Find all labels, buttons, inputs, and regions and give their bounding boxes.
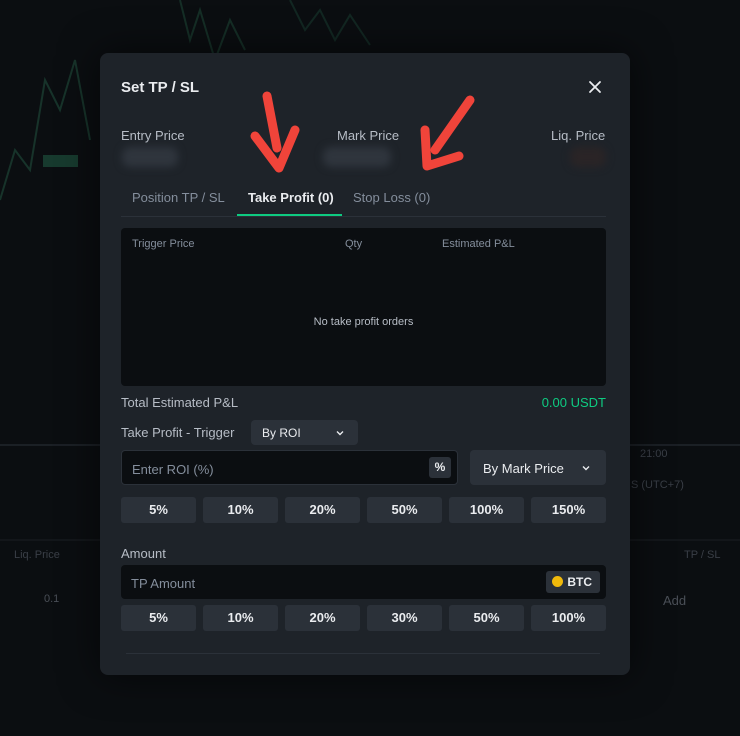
liq-price-label: Liq. Price [551,128,606,143]
bg-add-label: Add [663,593,687,608]
chevron-down-icon [582,466,590,471]
bg-timezone-label: S (UTC+7) [631,479,684,491]
tab-position-tpsl[interactable]: Position TP / SL [132,190,225,205]
roi-preset-button[interactable]: 50% [367,497,442,523]
bg-tpsl-label: TP / SL [684,549,721,561]
annotation-arrow-down-icon [250,91,300,173]
tab-take-profit[interactable]: Take Profit (0) [248,190,334,205]
annotation-arrow-diagonal-icon [420,95,475,171]
trigger-mode-select[interactable]: By ROI [251,420,358,445]
roi-preset-button[interactable]: 5% [121,497,196,523]
roi-preset-button[interactable]: 150% [531,497,606,523]
bg-qty-value: 0.1 [44,593,60,605]
total-pnl-label: Total Estimated P&L [121,395,239,410]
coin-unit-badge[interactable]: BTC [546,571,600,593]
roi-preset-button[interactable]: 20% [285,497,360,523]
roi-input-wrapper: % [121,450,458,485]
amount-preset-button[interactable]: 10% [203,605,278,631]
bg-time-label: 21:00 [640,448,668,460]
btc-coin-icon [552,576,564,587]
amount-label: Amount [121,546,166,561]
roi-input[interactable] [130,459,414,479]
liq-price-value-redacted [570,147,606,167]
amount-preset-button[interactable]: 30% [367,605,442,631]
percent-unit-badge: % [429,457,451,478]
tp-amount-input[interactable] [129,573,413,593]
bg-liq-price-label: Liq. Price [14,549,60,561]
price-type-value: By Mark Price [483,461,564,476]
amount-preset-button[interactable]: 50% [449,605,524,631]
entry-price-label: Entry Price [121,128,185,143]
divider [126,653,600,654]
amount-input-wrapper: BTC [121,565,606,599]
tpsl-tabs: Position TP / SL Take Profit (0) Stop Lo… [121,183,606,217]
chevron-down-icon [336,431,344,436]
roi-preset-button[interactable]: 10% [203,497,278,523]
tab-stop-loss[interactable]: Stop Loss (0) [353,190,430,205]
roi-preset-button[interactable]: 100% [449,497,524,523]
trigger-mode-value: By ROI [262,426,301,440]
modal-title: Set TP / SL [121,79,200,96]
amount-preset-button[interactable]: 20% [285,605,360,631]
empty-orders-message: No take profit orders [313,316,414,328]
amount-preset-button[interactable]: 5% [121,605,196,631]
col-trigger-price: Trigger Price [132,238,195,250]
total-pnl-value: 0.00 USDT [541,395,606,410]
mark-price-value-redacted [323,147,391,167]
active-tab-indicator [237,214,342,216]
col-estimated-pnl: Estimated P&L [442,238,515,250]
close-icon[interactable] [586,78,604,96]
amount-preset-button[interactable]: 100% [531,605,606,631]
entry-price-value-redacted [122,147,178,167]
mark-price-label: Mark Price [337,128,400,143]
price-type-select[interactable]: By Mark Price [470,450,606,485]
orders-table: Trigger Price Qty Estimated P&L No take … [121,228,606,386]
tpsl-modal: Set TP / SL Entry Price Mark Price Liq. … [100,53,630,675]
coin-symbol: BTC [567,575,592,589]
col-qty: Qty [345,238,363,250]
trigger-label: Take Profit - Trigger [121,425,235,440]
